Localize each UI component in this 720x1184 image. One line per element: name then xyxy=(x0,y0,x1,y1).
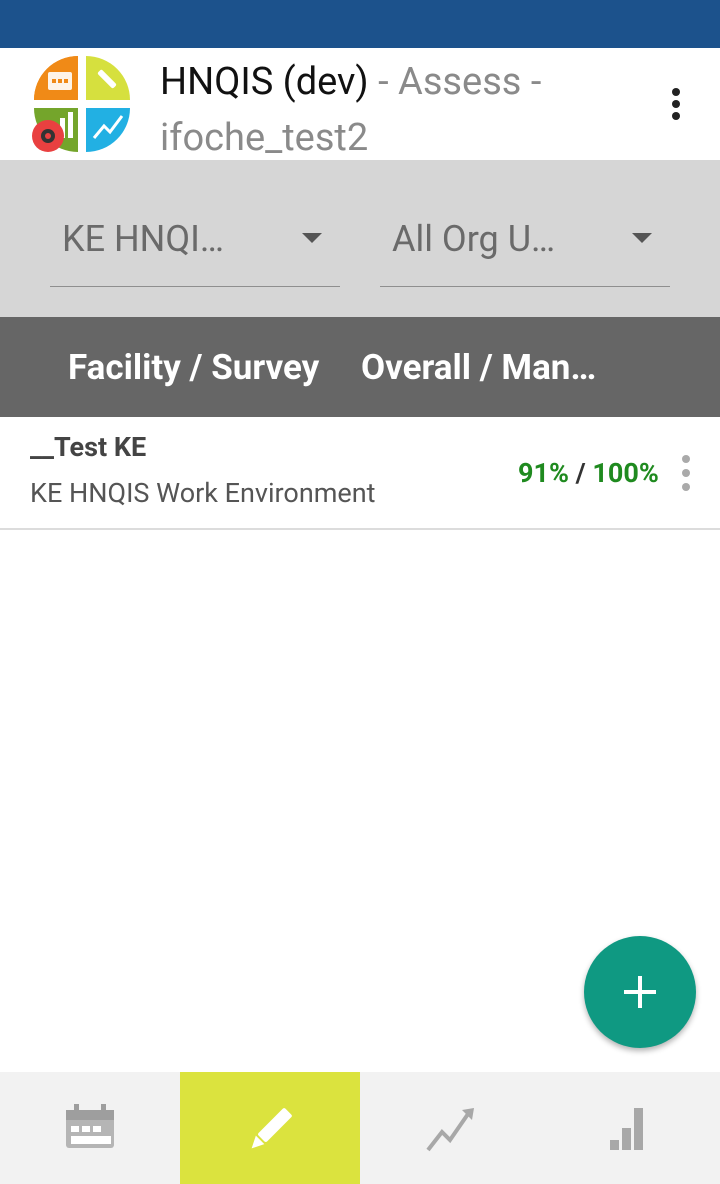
app-logo-icon xyxy=(32,56,130,152)
program-filter-dropdown[interactable]: KE HNQI… xyxy=(50,200,340,287)
bottom-navigation xyxy=(0,1072,720,1184)
dropdown-arrow-icon xyxy=(632,233,652,243)
app-title-username: ifoche_test2 xyxy=(160,116,369,160)
tab-assess[interactable] xyxy=(180,1072,360,1184)
tab-plan[interactable] xyxy=(0,1072,180,1184)
org-unit-filter-dropdown[interactable]: All Org U… xyxy=(380,200,670,287)
add-icon xyxy=(624,976,656,1008)
tab-monitor[interactable] xyxy=(540,1072,720,1184)
tab-improve[interactable] xyxy=(360,1072,540,1184)
mandatory-score: 100% xyxy=(592,457,659,489)
facility-name: __Test KE xyxy=(30,431,147,463)
status-bar xyxy=(0,0,720,48)
filter-bar: KE HNQI… All Org U… xyxy=(0,160,720,317)
overflow-menu-icon[interactable] xyxy=(660,84,692,124)
column-header-overall[interactable]: Overall / Man… xyxy=(361,347,596,388)
bar-chart-icon xyxy=(610,1108,643,1150)
row-menu-icon[interactable] xyxy=(676,455,696,491)
org-unit-filter-value: All Org U… xyxy=(392,218,556,260)
program-filter-value: KE HNQI… xyxy=(62,218,224,260)
app-title: HNQIS (dev) - Assess - ifoche_test2 xyxy=(160,54,630,166)
column-header-facility[interactable]: Facility / Survey xyxy=(68,347,319,388)
survey-row[interactable]: __Test KE KE HNQIS Work Environment 91% … xyxy=(0,417,720,530)
calendar-icon xyxy=(66,1104,114,1148)
app-bar: HNQIS (dev) - Assess - ifoche_test2 xyxy=(0,48,720,160)
trend-chart-icon xyxy=(426,1108,474,1152)
survey-score: 91% / 100% xyxy=(518,457,659,489)
app-title-mode: - Assess - xyxy=(368,60,542,104)
app-title-name: HNQIS (dev) xyxy=(160,60,369,104)
dropdown-arrow-icon xyxy=(302,233,322,243)
score-separator: / xyxy=(568,457,593,489)
survey-program-name: KE HNQIS Work Environment xyxy=(30,477,376,509)
pencil-icon xyxy=(251,1108,292,1149)
table-header: Facility / Survey Overall / Man… xyxy=(0,317,720,417)
overall-score: 91% xyxy=(518,457,569,489)
add-survey-button[interactable] xyxy=(584,936,696,1048)
